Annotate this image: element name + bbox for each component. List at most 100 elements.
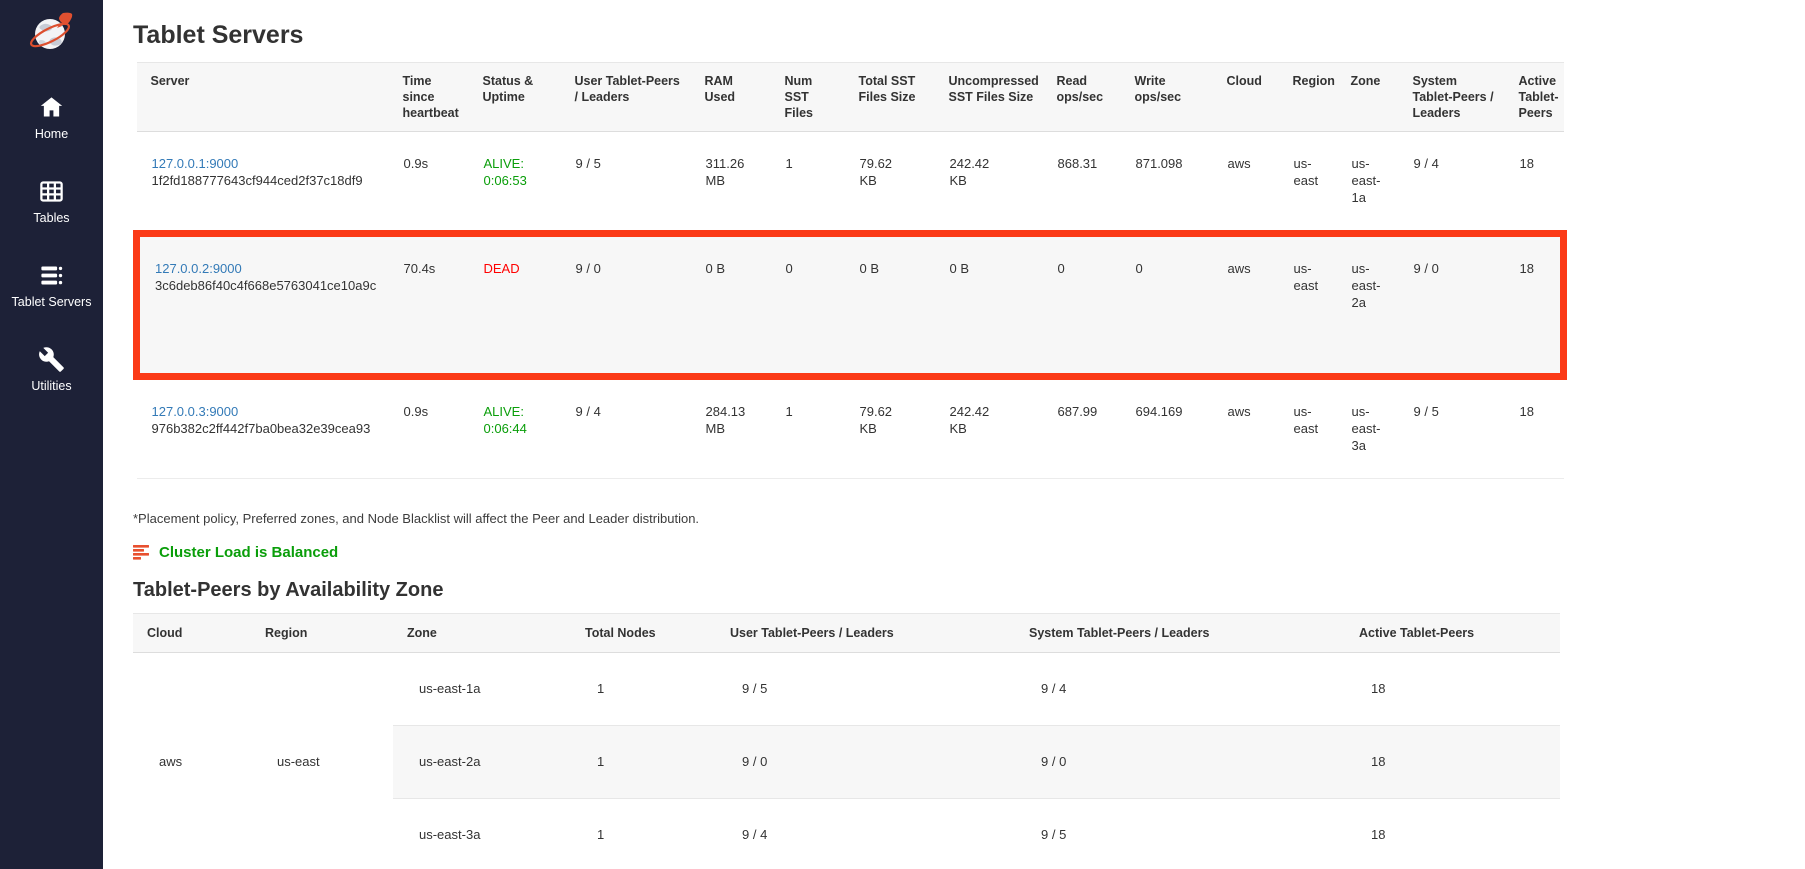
cell-total-sst: 79.62 KB [845, 132, 935, 234]
col-num-sst: Num SST Files [771, 63, 845, 132]
sidebar-item-tables[interactable]: Tables [0, 178, 103, 226]
home-icon [38, 94, 65, 121]
server-link[interactable]: 127.0.0.2:9000 [155, 261, 242, 276]
cell-region: us-east [1279, 377, 1337, 479]
sidebar-item-tablet-servers[interactable]: Tablet Servers [0, 262, 103, 310]
cell-server: 127.0.0.2:9000 3c6deb86f40c4f668e5763041… [137, 234, 389, 377]
col-region: Region [251, 614, 393, 653]
server-link[interactable]: 127.0.0.1:9000 [152, 156, 239, 171]
cell-user-peers: 9 / 4 [561, 377, 691, 479]
tablet-servers-icon [38, 262, 65, 289]
cell-active-peers: 18 [1505, 132, 1564, 234]
sidebar-item-utilities[interactable]: Utilities [0, 346, 103, 394]
uncompressed-sst-value: 0 B [950, 260, 1000, 277]
server-link[interactable]: 127.0.0.3:9000 [152, 404, 239, 419]
cell-heartbeat: 70.4s [389, 234, 469, 377]
zones-table-header-row: Cloud Region Zone Total Nodes User Table… [133, 614, 1560, 653]
col-system-peers: System Tablet-Peers / Leaders [1015, 614, 1345, 653]
cell-uncompressed-sst: 242.42 KB [935, 132, 1043, 234]
cell-system-peers: 9 / 0 [1015, 726, 1345, 799]
uptime-value: 0:06:44 [484, 420, 555, 437]
cell-zone: us-east-1a [393, 653, 571, 726]
cell-total-sst: 79.62 KB [845, 377, 935, 479]
col-cloud: Cloud [1213, 63, 1279, 132]
total-sst-value: 79.62 KB [860, 403, 910, 437]
cell-active-peers: 18 [1345, 726, 1560, 799]
col-cloud: Cloud [133, 614, 251, 653]
server-uuid: 3c6deb86f40c4f668e5763041ce10a9c [155, 277, 383, 294]
cell-region: us-east [251, 653, 393, 869]
yugabytedb-planet-rocket-logo-icon[interactable] [28, 8, 76, 56]
cell-cloud: aws [133, 653, 251, 869]
cell-write-ops: 694.169 [1121, 377, 1213, 479]
table-row-highlighted: 127.0.0.2:9000 3c6deb86f40c4f668e5763041… [137, 234, 1564, 377]
sidebar-item-label: Home [35, 127, 68, 142]
table-row: 127.0.0.3:9000 976b382c2ff442f7ba0bea32e… [137, 377, 1564, 479]
page-title: Tablet Servers [133, 20, 1805, 50]
cluster-load-status: Cluster Load is Balanced [133, 544, 1805, 561]
cell-write-ops: 871.098 [1121, 132, 1213, 234]
cell-read-ops: 868.31 [1043, 132, 1121, 234]
sidebar-item-home[interactable]: Home [0, 94, 103, 142]
col-write-ops: Write ops/sec [1121, 63, 1213, 132]
col-heartbeat: Time since heartbeat [389, 63, 469, 132]
cell-zone: us-east-3a [1337, 377, 1399, 479]
table-row: 127.0.0.1:9000 1f2fd188777643cf944ced2f3… [137, 132, 1564, 234]
server-uuid: 976b382c2ff442f7ba0bea32e39cea93 [152, 420, 383, 437]
cell-ram: 0 B [691, 234, 771, 377]
uncompressed-sst-value: 242.42 KB [950, 403, 1000, 437]
col-zone: Zone [1337, 63, 1399, 132]
cell-cloud: aws [1213, 132, 1279, 234]
cell-region: us-east [1279, 132, 1337, 234]
cell-total-nodes: 1 [571, 726, 716, 799]
cell-active-peers: 18 [1345, 799, 1560, 869]
col-total-nodes: Total Nodes [571, 614, 716, 653]
region-value: us-east [1294, 155, 1326, 189]
cell-system-peers: 9 / 4 [1399, 132, 1505, 234]
cell-cloud: aws [1213, 234, 1279, 377]
cell-user-peers: 9 / 0 [561, 234, 691, 377]
col-active-peers: Active Tablet-Peers [1505, 63, 1564, 132]
zones-section-title: Tablet-Peers by Availability Zone [133, 577, 1805, 603]
utilities-icon [38, 346, 65, 373]
cell-user-peers: 9 / 5 [561, 132, 691, 234]
cell-zone: us-east-2a [1337, 234, 1399, 377]
zone-value: us-east-1a [1352, 155, 1390, 206]
cell-system-peers: 9 / 0 [1399, 234, 1505, 377]
sidebar-item-label: Utilities [31, 379, 71, 394]
cell-zone: us-east-2a [393, 726, 571, 799]
tablet-servers-table: Server Time since heartbeat Status & Upt… [133, 62, 1567, 479]
cell-heartbeat: 0.9s [389, 377, 469, 479]
cell-active-peers: 18 [1345, 653, 1560, 726]
uptime-value: 0:06:53 [484, 172, 555, 189]
cell-zone: us-east-1a [1337, 132, 1399, 234]
cell-region: us-east [1279, 234, 1337, 377]
sidebar: Home Tables Tablet Servers Utilities [0, 0, 103, 869]
sidebar-item-label: Tables [33, 211, 69, 226]
cell-status: ALIVE: 0:06:44 [469, 377, 561, 479]
ram-value: 0 B [706, 260, 756, 277]
cell-server: 127.0.0.3:9000 976b382c2ff442f7ba0bea32e… [137, 377, 389, 479]
cell-zone: us-east-3a [393, 799, 571, 869]
cell-user-peers: 9 / 0 [716, 726, 1015, 799]
cell-num-sst: 1 [771, 132, 845, 234]
col-ram: RAM Used [691, 63, 771, 132]
cell-heartbeat: 0.9s [389, 132, 469, 234]
col-active-peers: Active Tablet-Peers [1345, 614, 1560, 653]
cell-read-ops: 0 [1043, 234, 1121, 377]
cell-ram: 311.26 MB [691, 132, 771, 234]
col-status: Status & Uptime [469, 63, 561, 132]
cell-user-peers: 9 / 5 [716, 653, 1015, 726]
tables-icon [38, 178, 65, 205]
cell-status: DEAD [469, 234, 561, 377]
cell-read-ops: 687.99 [1043, 377, 1121, 479]
cell-active-peers: 18 [1505, 377, 1564, 479]
cell-ram: 284.13 MB [691, 377, 771, 479]
sidebar-nav: Home Tables Tablet Servers Utilities [0, 94, 103, 430]
cell-uncompressed-sst: 242.42 KB [935, 377, 1043, 479]
ram-value: 284.13 MB [706, 403, 756, 437]
col-uncompressed-sst: Uncompressed SST Files Size [935, 63, 1043, 132]
total-sst-value: 79.62 KB [860, 155, 910, 189]
cell-system-peers: 9 / 5 [1015, 799, 1345, 869]
cell-status: ALIVE: 0:06:53 [469, 132, 561, 234]
